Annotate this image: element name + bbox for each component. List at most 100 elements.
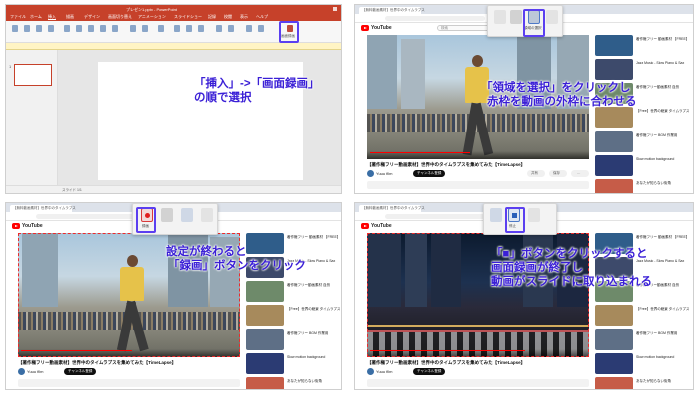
subscribe-button[interactable]: チャンネル登録	[413, 368, 446, 375]
select-area-highlight[interactable]	[523, 9, 545, 37]
recommendation-item[interactable]: 【Free】世界の絶景 タイムラプス	[595, 305, 689, 327]
youtube-wordmark: YouTube	[371, 25, 392, 31]
stop-button[interactable]	[510, 10, 522, 24]
smartart-icon[interactable]	[100, 25, 106, 32]
stop-button[interactable]	[161, 208, 173, 222]
recommendation-item[interactable]: 著作権フリー BGM 作業用	[595, 329, 689, 351]
share-button[interactable]: 共有	[527, 170, 545, 177]
new-slide-icon[interactable]	[12, 25, 18, 32]
tab-home[interactable]: ホーム	[30, 14, 42, 20]
tab-title: 【無料動画素材】世界中のタイムラプス	[362, 8, 425, 12]
tab-insert[interactable]: 挿入	[48, 14, 56, 20]
url-field[interactable]	[385, 214, 485, 219]
subscribe-button[interactable]: チャンネル登録	[413, 170, 446, 177]
channel-name[interactable]: Yuuu film	[27, 369, 43, 374]
equation-icon[interactable]	[216, 25, 222, 32]
video-actions: 共有 保存 …	[505, 170, 589, 177]
recommendation-item[interactable]: Slow motion background	[595, 353, 689, 375]
audio-icon[interactable]	[258, 25, 264, 32]
recommendation-item[interactable]: Slow motion background	[595, 155, 689, 177]
youtube-logo-icon[interactable]	[361, 223, 369, 229]
channel-avatar[interactable]	[367, 170, 374, 177]
wordart-icon[interactable]	[198, 25, 204, 32]
action-icon[interactable]	[142, 25, 148, 32]
more-button[interactable]: …	[571, 170, 589, 177]
caption-p4-line1: 「■」ボタンをクリックすると	[491, 248, 648, 260]
record-button-highlight[interactable]	[136, 207, 156, 233]
image-icon[interactable]	[36, 25, 42, 32]
recommendation-item[interactable]: 著作権フリー BGM 作業用	[595, 131, 689, 153]
pp-ribbon-tabs: ファイル ホーム 挿入 描画 デザイン 画面切り替え アニメーション スライドシ…	[6, 13, 341, 21]
3d-icon[interactable]	[88, 25, 94, 32]
select-area-button[interactable]	[181, 208, 193, 222]
building	[367, 35, 397, 110]
icons-icon[interactable]	[76, 25, 82, 32]
channel-name[interactable]: Yuuu film	[376, 369, 392, 374]
recommendation-item[interactable]: 【Free】世界の絶景 タイムラプス	[246, 305, 340, 327]
tab-review[interactable]: 校閲	[224, 14, 232, 20]
symbol-icon[interactable]	[228, 25, 234, 32]
slide-canvas	[58, 50, 341, 187]
chart-icon[interactable]	[112, 25, 118, 32]
recommendation-item[interactable]: 著作権フリー BGM 作業用	[246, 329, 340, 351]
table-icon[interactable]	[24, 25, 30, 32]
tab-design[interactable]: デザイン	[84, 14, 100, 20]
caption-p3-line2: 「録画」ボタンをクリック	[168, 260, 306, 272]
building	[401, 39, 425, 110]
channel-avatar[interactable]	[18, 368, 25, 375]
pause-button[interactable]	[490, 208, 502, 222]
slide-thumbnail[interactable]	[14, 64, 52, 86]
channel-name[interactable]: Yuuu film	[376, 171, 392, 176]
caption-p1-line1: 「挿入」->「画面録画」	[194, 78, 320, 90]
save-button[interactable]: 保存	[549, 170, 567, 177]
recommendation-item[interactable]: 著作権フリー動画素材 自然	[246, 281, 340, 303]
audio-button[interactable]	[546, 10, 558, 24]
video-description[interactable]	[367, 379, 589, 387]
tab-view[interactable]: 表示	[240, 14, 248, 20]
video-description[interactable]	[367, 181, 589, 189]
textbox-icon[interactable]	[174, 25, 180, 32]
screen-recording-button-highlight[interactable]	[279, 21, 299, 43]
comment-icon[interactable]	[158, 25, 164, 32]
browser-tab[interactable]: 【無料動画素材】世界中のタイムラプス	[10, 205, 76, 212]
subscribe-button[interactable]: チャンネル登録	[64, 368, 97, 375]
video-controls[interactable]	[367, 151, 589, 159]
recommendation-item[interactable]: Jazz Music - Slow Piano & Sax	[595, 59, 689, 81]
caption-p1-line2: の順で選択	[194, 92, 252, 104]
recommendation-item[interactable]: 【Free】世界の絶景 タイムラプス	[595, 107, 689, 129]
recommendation-item[interactable]: あなたが知らない街角	[246, 377, 340, 389]
pointer-button[interactable]	[528, 208, 540, 222]
tab-draw[interactable]: 描画	[66, 14, 74, 20]
caption-p3-line1: 設定が終わると	[166, 246, 247, 258]
video-description[interactable]	[18, 379, 240, 387]
recommendation-item[interactable]: あなたが知らない街角	[595, 377, 689, 389]
recommendation-item[interactable]: 著作権フリー 動画素材 【FREE】NewYork City Night	[246, 233, 340, 255]
browser-tab[interactable]: 【無料動画素材】世界中のタイムラプス	[359, 205, 425, 212]
url-field[interactable]	[385, 16, 485, 21]
youtube-logo-icon[interactable]	[12, 223, 20, 229]
tab-record[interactable]: 記録	[208, 14, 216, 20]
record-button[interactable]	[494, 10, 506, 24]
channel-avatar[interactable]	[367, 368, 374, 375]
tab-transitions[interactable]: 画面切り替え	[108, 14, 132, 20]
pointer-button[interactable]	[201, 208, 213, 222]
tab-slideshow[interactable]: スライドショー	[174, 14, 202, 20]
tab-help[interactable]: ヘルプ	[256, 14, 268, 20]
recommendation-item[interactable]: 著作権フリー 動画素材 【FREE】NewYork City Night	[595, 35, 689, 57]
url-field[interactable]	[36, 214, 136, 219]
link-icon[interactable]	[130, 25, 136, 32]
screenshot-icon[interactable]	[48, 25, 54, 32]
tab-animations[interactable]: アニメーション	[138, 14, 166, 20]
header-icon[interactable]	[186, 25, 192, 32]
powerpoint-window: プレゼン1.pptx - PowerPoint ファイル ホーム 挿入 描画 デ…	[5, 4, 342, 194]
close-icon[interactable]	[333, 7, 337, 11]
browser-tab[interactable]: 【無料動画素材】世界中のタイムラプス	[359, 7, 425, 14]
caption-p4-line3: 動画がスライドに取り込まれる	[491, 276, 652, 288]
tab-file[interactable]: ファイル	[10, 14, 26, 20]
video-icon[interactable]	[246, 25, 252, 32]
shapes-icon[interactable]	[64, 25, 70, 32]
recommendation-item[interactable]: Slow motion background	[246, 353, 340, 375]
recommendation-item[interactable]: あなたが知らない街角	[595, 179, 689, 193]
stop-button-highlight[interactable]	[505, 207, 525, 233]
youtube-logo-icon[interactable]	[361, 25, 369, 31]
